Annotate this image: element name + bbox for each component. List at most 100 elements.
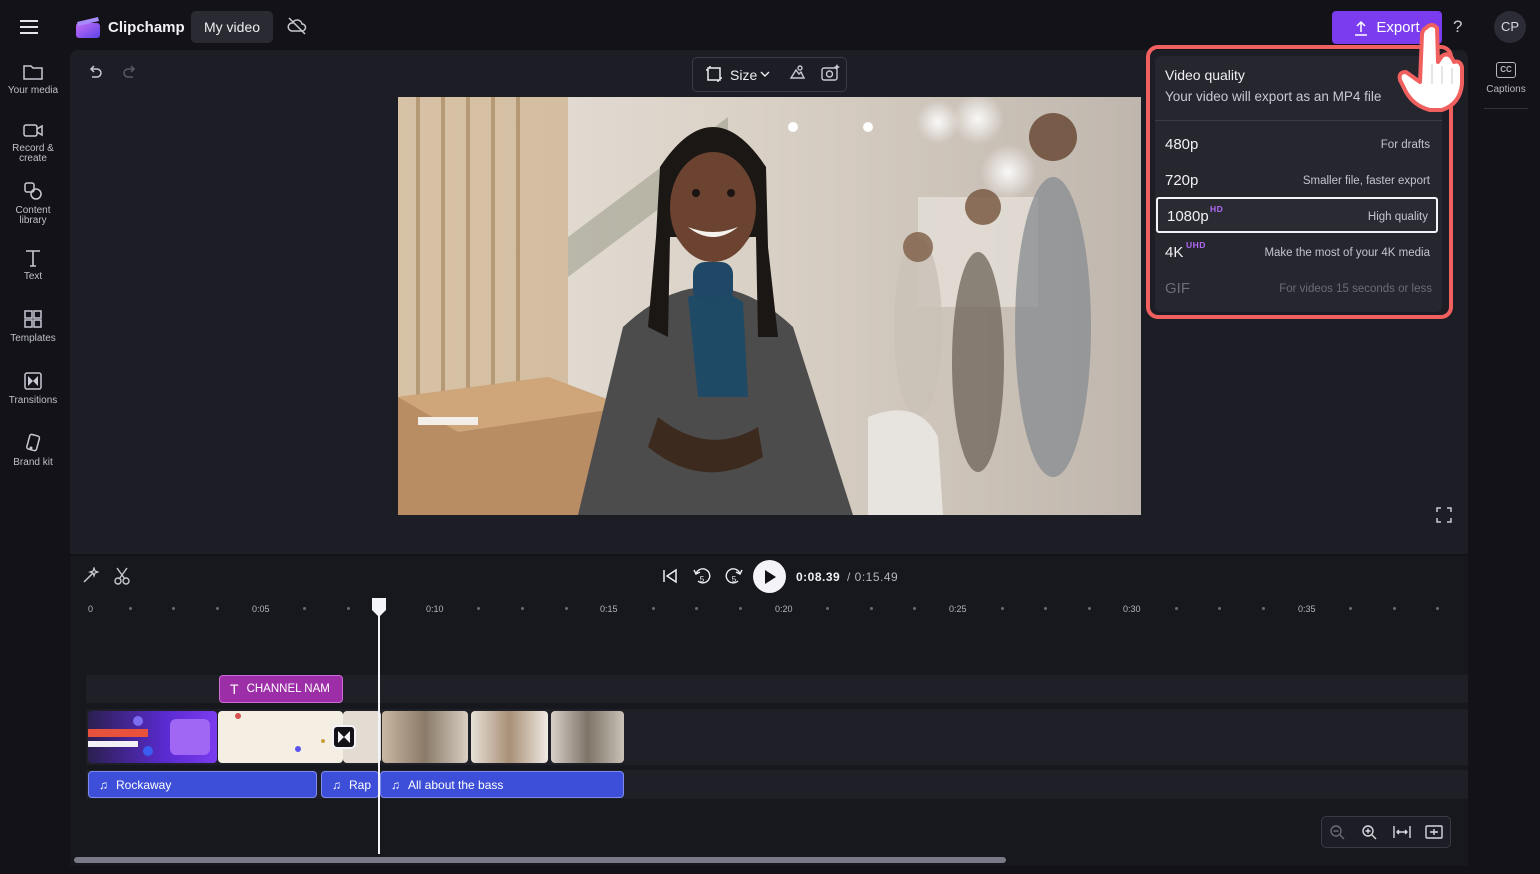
transition-icon[interactable] bbox=[332, 725, 356, 749]
video-clip-3[interactable] bbox=[471, 711, 548, 763]
zoom-in-icon[interactable] bbox=[1361, 824, 1377, 840]
music-note-icon: ♫ bbox=[99, 777, 108, 792]
ruler-label: 0:25 bbox=[949, 604, 967, 614]
magic-edit-icon[interactable] bbox=[81, 567, 99, 585]
fit-timeline-icon[interactable] bbox=[1393, 824, 1411, 840]
quality-option-1080p[interactable]: 1080p HD High quality bbox=[1156, 197, 1438, 233]
ruler-tick bbox=[129, 607, 132, 610]
audio-clip-all-about-the-bass[interactable]: ♫ All about the bass bbox=[380, 771, 624, 798]
timeline-horizontal-scrollbar[interactable] bbox=[74, 857, 1006, 863]
ruler-tick bbox=[1262, 607, 1265, 610]
sidebar-item-templates[interactable]: Templates bbox=[0, 308, 66, 344]
ruler-tick bbox=[652, 607, 655, 610]
audio-clip-label: Rockaway bbox=[116, 777, 172, 792]
user-avatar[interactable]: CP bbox=[1494, 11, 1526, 43]
video-clip-2[interactable] bbox=[382, 711, 468, 763]
ruler-tick bbox=[1218, 607, 1221, 610]
sidebar-label: create bbox=[19, 153, 47, 164]
hand-pointer-cursor-icon bbox=[1396, 22, 1466, 114]
quality-option-gif: GIF For videos 15 seconds or less bbox=[1156, 271, 1438, 307]
video-clip-title[interactable] bbox=[218, 711, 343, 763]
quality-name: 720p bbox=[1165, 172, 1199, 189]
shapes-icon bbox=[24, 182, 42, 200]
cloud-sync-off-icon[interactable] bbox=[287, 17, 307, 35]
quality-description: Make the most of your 4K media bbox=[1264, 247, 1430, 259]
ruler-tick bbox=[565, 607, 568, 610]
text-clip[interactable]: T CHANNEL NAM bbox=[219, 675, 343, 703]
ruler-tick bbox=[216, 607, 219, 610]
zoom-out-icon[interactable] bbox=[1329, 824, 1345, 840]
magic-image-icon[interactable] bbox=[821, 64, 840, 82]
background-remover-icon[interactable] bbox=[788, 64, 806, 82]
audio-clip-rap[interactable]: ♫ Rap bbox=[321, 771, 379, 798]
music-note-icon: ♫ bbox=[391, 777, 400, 792]
forward-seconds: 5 bbox=[732, 575, 737, 584]
title-thumbnail bbox=[235, 713, 325, 752]
quality-name: 1080p bbox=[1167, 208, 1209, 225]
clipchamp-logo bbox=[76, 16, 102, 38]
text-icon: T bbox=[230, 681, 239, 697]
split-scissors-icon[interactable] bbox=[113, 567, 131, 585]
undo-icon[interactable] bbox=[86, 64, 104, 82]
ruler-label: 0 bbox=[88, 604, 94, 614]
ruler-tick bbox=[1044, 607, 1047, 610]
text-clip-label: CHANNEL NAM bbox=[246, 683, 330, 695]
sidebar-item-record-create[interactable]: Record & create bbox=[0, 120, 66, 164]
quality-option-4k[interactable]: 4K UHD Make the most of your 4K media bbox=[1156, 235, 1438, 271]
size-dropdown[interactable]: Size bbox=[730, 67, 757, 83]
ruler-tick bbox=[1349, 607, 1352, 610]
captions-label: Captions bbox=[1486, 84, 1526, 95]
ruler-tick bbox=[870, 607, 873, 610]
fullscreen-icon[interactable] bbox=[1436, 507, 1452, 523]
ruler-label: 0:35 bbox=[1298, 604, 1316, 614]
music-note-icon: ♫ bbox=[332, 777, 341, 792]
quality-option-480p[interactable]: 480p For drafts bbox=[1156, 127, 1438, 163]
ruler-label: 0:05 bbox=[252, 604, 270, 614]
rewind-5-icon[interactable]: 5 bbox=[692, 566, 712, 586]
text-icon bbox=[26, 250, 40, 267]
sidebar-item-content-library[interactable]: Content library bbox=[0, 180, 66, 226]
sidebar-item-brand-kit[interactable]: Brand kit bbox=[0, 432, 66, 468]
sidebar-item-transitions[interactable]: Transitions bbox=[0, 370, 66, 406]
audio-clip-rockaway[interactable]: ♫ Rockaway bbox=[88, 771, 317, 798]
hamburger-menu-icon[interactable] bbox=[14, 14, 44, 40]
ruler-tick bbox=[695, 607, 698, 610]
sidebar-label: Text bbox=[23, 271, 43, 282]
play-icon bbox=[764, 569, 776, 584]
redo-icon[interactable] bbox=[121, 64, 139, 82]
forward-5-icon[interactable]: 5 bbox=[724, 566, 744, 586]
video-preview-frame[interactable] bbox=[398, 97, 1141, 515]
sidebar-label: Transitions bbox=[8, 395, 58, 406]
sidebar-item-your-media[interactable]: Your media bbox=[0, 62, 66, 96]
video-preview-image bbox=[398, 97, 1141, 515]
video-clip-intro[interactable] bbox=[88, 711, 217, 763]
ruler-tick bbox=[347, 607, 350, 610]
quality-description: High quality bbox=[1367, 211, 1428, 223]
sidebar-label: Your media bbox=[7, 85, 59, 96]
templates-icon bbox=[24, 310, 42, 328]
left-sidebar: Your media Record & create Content libra… bbox=[0, 54, 66, 874]
sidebar-item-text[interactable]: Text bbox=[0, 248, 66, 282]
skip-to-start-icon[interactable] bbox=[661, 567, 679, 585]
playhead[interactable] bbox=[378, 606, 380, 854]
transitions-icon bbox=[24, 372, 42, 390]
ruler-tick bbox=[477, 607, 480, 610]
aspect-ratio-icon[interactable] bbox=[706, 66, 722, 82]
project-name-field[interactable]: My video bbox=[191, 11, 274, 43]
play-button[interactable] bbox=[753, 560, 786, 593]
ruler-tick bbox=[1436, 607, 1439, 610]
playhead-handle[interactable] bbox=[369, 597, 389, 619]
ruler-tick bbox=[303, 607, 306, 610]
uhd-badge: UHD bbox=[1186, 240, 1206, 250]
quality-description: For videos 15 seconds or less bbox=[1279, 283, 1432, 295]
chevron-down-icon bbox=[760, 70, 770, 78]
captions-panel-button[interactable]: CC Captions bbox=[1478, 62, 1534, 95]
quality-option-720p[interactable]: 720p Smaller file, faster export bbox=[1156, 163, 1438, 199]
app-brand-name: Clipchamp bbox=[108, 19, 185, 36]
video-clip-4[interactable] bbox=[551, 711, 624, 763]
ruler-tick bbox=[172, 607, 175, 610]
sidebar-label: library bbox=[19, 215, 47, 226]
folder-icon bbox=[23, 65, 43, 80]
timeline-height-icon[interactable] bbox=[1425, 824, 1443, 840]
sidebar-label: Templates bbox=[10, 333, 56, 344]
